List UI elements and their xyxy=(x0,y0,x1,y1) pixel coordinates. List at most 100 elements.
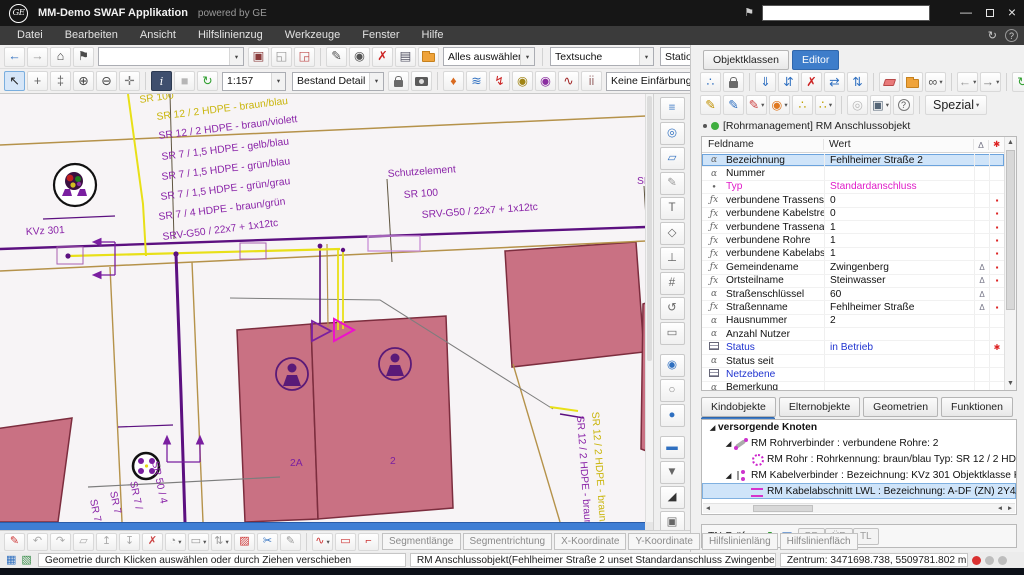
tree-node-versorgende-knoten[interactable]: ◢versorgende Knoten xyxy=(702,420,1016,436)
field-row-verbundene-trassenstr[interactable]: ƒxverbundene Trassenstr...0▪ xyxy=(702,194,1004,207)
field-value[interactable]: 60 xyxy=(824,288,974,300)
snap-line-button[interactable]: ∿▾ xyxy=(312,533,333,551)
slope-button[interactable]: ◢ xyxy=(660,486,685,509)
field-row-ortsteilname[interactable]: ƒxOrtsteilnameSteinwasserΔ▪ xyxy=(702,275,1004,288)
color-water-button[interactable]: ≋ xyxy=(466,71,487,91)
rotate-view-button[interactable]: ↺ xyxy=(660,297,685,320)
field-value[interactable] xyxy=(824,167,974,179)
chevron-down-icon[interactable]: ▾ xyxy=(976,101,979,109)
tab-editor[interactable]: Editor xyxy=(792,50,839,70)
close-button[interactable]: × xyxy=(1001,0,1023,24)
circle-tool-button[interactable]: ○ xyxy=(660,379,685,402)
field-row-netzebene[interactable]: Netzebene xyxy=(702,368,1004,381)
color-heat-button[interactable]: ♦ xyxy=(443,71,464,91)
field-value[interactable] xyxy=(824,355,974,367)
tab-kindobjekte[interactable]: Kindobjekte xyxy=(701,397,776,417)
chevron-down-icon[interactable]: ▾ xyxy=(784,101,787,109)
stop-button[interactable]: ■ xyxy=(174,71,195,91)
zoom-window-button[interactable]: ◱ xyxy=(271,47,292,67)
snap-rect-button[interactable]: ▭ xyxy=(335,533,356,551)
column-mandatory[interactable]: ✱ xyxy=(989,139,1004,150)
field-row-gemeindename[interactable]: ƒxGemeindenameZwingenbergΔ▪ xyxy=(702,261,1004,274)
node-tool-button[interactable]: ◇ xyxy=(660,222,685,245)
color-electric-button[interactable]: ↯ xyxy=(489,71,510,91)
merge-object-button[interactable]: ⇅ xyxy=(847,72,868,92)
field-value[interactable]: 1 xyxy=(824,234,974,246)
select-button[interactable]: ↖ xyxy=(4,71,25,91)
chevron-down-icon[interactable]: ▾ xyxy=(520,48,534,65)
column-feldname[interactable]: Feldname xyxy=(702,139,824,150)
field-row-bezeichnung[interactable]: αBezeichnungFehlheimer Straße 2 xyxy=(702,154,1004,167)
building-bottom-left[interactable] xyxy=(0,418,72,522)
field-row-straßenname[interactable]: ƒxStraßennameFehlheimer StraßeΔ▪ xyxy=(702,301,1004,314)
field-row-status-seit[interactable]: αStatus seit xyxy=(702,355,1004,368)
dashed-area-button[interactable]: ▨ xyxy=(234,533,255,551)
scale-combobox[interactable]: 1:157▾ xyxy=(222,72,286,91)
tab-funktionen[interactable]: Funktionen xyxy=(941,397,1013,417)
clear-selection-button[interactable]: ✗ xyxy=(372,47,393,67)
update-object-button[interactable]: ⇵ xyxy=(778,72,799,92)
chevron-down-icon[interactable]: ▾ xyxy=(225,538,228,546)
direction-button[interactable]: ⇅▾ xyxy=(211,533,232,551)
set-location-button[interactable]: ◉▾ xyxy=(769,95,790,115)
view-mode-combobox[interactable]: Bestand Detail▾ xyxy=(292,72,384,91)
polygon-select-button[interactable]: ▱ xyxy=(660,147,685,170)
split-button[interactable]: ✂ xyxy=(257,533,278,551)
tab-geometrien[interactable]: Geometrien xyxy=(863,397,938,417)
bar-tool-button[interactable]: ▬ xyxy=(660,436,685,459)
chevron-down-icon[interactable]: ▾ xyxy=(973,78,976,86)
open-folder-button[interactable] xyxy=(418,47,439,67)
chevron-down-icon[interactable]: ▾ xyxy=(229,48,243,65)
field-row-verbundene-rohre[interactable]: ƒxverbundene Rohre1▪ xyxy=(702,234,1004,247)
polygon-button[interactable]: ▱ xyxy=(73,533,94,551)
notification-flag-icon[interactable]: ⚑ xyxy=(741,5,757,21)
highlight-geometry-button[interactable]: ✎ xyxy=(700,95,721,115)
field-row-straßenschlüssel[interactable]: αStraßenschlüssel60Δ xyxy=(702,288,1004,301)
zoom-free-button[interactable]: ◲ xyxy=(294,47,315,67)
building-2[interactable] xyxy=(311,316,453,519)
browse-object-button[interactable] xyxy=(902,72,923,92)
ground-symbol-button[interactable]: ⊥ xyxy=(660,247,685,270)
edit-vertex-button[interactable]: ✎ xyxy=(4,533,25,551)
sync-icon[interactable]: ↻ xyxy=(988,29,997,42)
chevron-down-icon[interactable]: ▾ xyxy=(829,101,832,109)
rectangle-button[interactable]: ▭ xyxy=(660,322,685,345)
zoom-out-button[interactable]: ⊖ xyxy=(96,71,117,91)
zoom-extents-button[interactable]: ▣ xyxy=(248,47,269,67)
column-wert[interactable]: Wert xyxy=(824,139,974,150)
field-row-anzahl-nutzer[interactable]: αAnzahl Nutzer xyxy=(702,328,1004,341)
snap-corner-button[interactable]: ⌐ xyxy=(358,533,379,551)
remove-geometry-button[interactable]: ✎▾ xyxy=(746,95,767,115)
point-tool-button[interactable]: ● xyxy=(660,404,685,427)
move-down-button[interactable]: ↧ xyxy=(119,533,140,551)
clear-editor-button[interactable] xyxy=(879,72,900,92)
map-viewport[interactable]: SR 100 SR 12 / 2 HDPE - braun/blau SR 12… xyxy=(0,94,654,530)
map-horizontal-scrollbar[interactable] xyxy=(0,522,645,530)
tree-node-rm-kabelverbinder[interactable]: ◢RM Kabelverbinder : Bezeichnung: KVz 30… xyxy=(702,467,1016,483)
freehand-button[interactable]: ✎ xyxy=(280,533,301,551)
help-button[interactable]: ? xyxy=(893,95,914,115)
delete-object-button[interactable]: ✗ xyxy=(801,72,822,92)
field-value[interactable] xyxy=(824,382,974,390)
coordinates-button[interactable]: ◎ xyxy=(660,122,685,145)
field-value[interactable]: Standardanschluss xyxy=(824,181,974,193)
field-value[interactable]: 0 xyxy=(824,208,974,220)
building-top-right[interactable] xyxy=(505,242,644,367)
select-mode-combobox[interactable]: Alles auswählen▾ xyxy=(443,47,535,66)
lock-object-button[interactable] xyxy=(723,72,744,92)
tree-horizontal-scrollbar[interactable]: ◄ ◄► xyxy=(703,503,1015,513)
expander-icon[interactable]: ◢ xyxy=(707,423,718,432)
field-value[interactable] xyxy=(824,368,974,380)
maximize-button[interactable] xyxy=(979,0,1001,24)
delete-vertex-button[interactable]: ✗ xyxy=(142,533,163,551)
map-canvas[interactable]: SR 100 SR 12 / 2 HDPE - braun/blau SR 12… xyxy=(0,94,646,522)
measure-button[interactable]: ✎ xyxy=(326,47,347,67)
chevron-down-icon[interactable]: ▾ xyxy=(886,101,889,109)
field-row-nummer[interactable]: αNummer xyxy=(702,167,1004,180)
menu-ansicht[interactable]: Ansicht xyxy=(129,26,187,45)
hatch-button[interactable]: # xyxy=(660,272,685,295)
expander-icon[interactable]: ◢ xyxy=(723,471,734,480)
field-row-bemerkung[interactable]: αBemerkung xyxy=(702,382,1004,390)
scroll-right-icon[interactable]: ► xyxy=(1005,505,1015,512)
chevron-down-icon[interactable]: ▾ xyxy=(178,538,181,546)
